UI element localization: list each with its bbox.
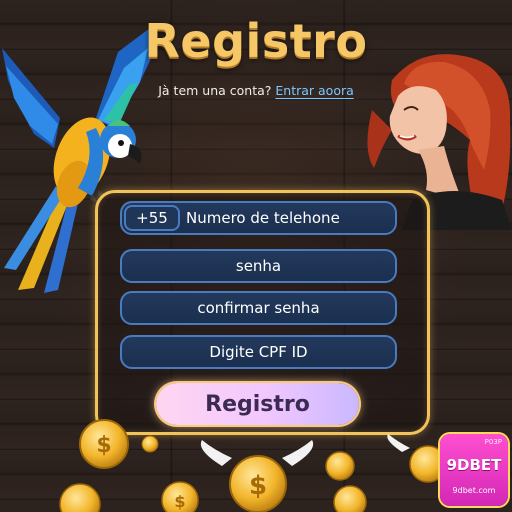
brand-name: 9DBET (446, 456, 502, 474)
brand-badge[interactable]: P03P 9DBET 9dbet.com (440, 434, 508, 506)
login-prompt: Jà tem una conta? Entrar aoora (0, 83, 512, 98)
coin-icon (141, 435, 159, 453)
phone-field[interactable]: +55 Numero de telehone (120, 201, 397, 235)
coin-icon: $ (79, 419, 129, 469)
svg-text:$: $ (249, 471, 267, 501)
password-field[interactable]: senha (120, 249, 397, 283)
coins-decoration: $ $ $ (59, 419, 447, 512)
confirm-password-field[interactable]: confirmar senha (120, 291, 397, 325)
svg-text:$: $ (96, 433, 111, 458)
password-placeholder: senha (235, 257, 282, 275)
winged-coin-icon: $ (200, 440, 314, 512)
cpf-placeholder: Digite CPF ID (209, 343, 308, 361)
coin-icon: $ (161, 481, 199, 512)
coin-icon (59, 483, 101, 512)
country-code-prefix[interactable]: +55 (124, 205, 180, 231)
account-question: Jà tem una conta? (158, 83, 272, 98)
phone-placeholder: Numero de telehone (186, 209, 340, 227)
badge-small-text: P03P (484, 438, 502, 446)
svg-text:$: $ (174, 492, 185, 511)
page-title: Registro (144, 14, 368, 68)
confirm-password-placeholder: confirmar senha (197, 299, 320, 317)
coin-icon (333, 485, 367, 512)
login-link[interactable]: Entrar aoora (275, 83, 353, 98)
brand-url: 9dbet.com (452, 486, 496, 495)
coin-icon (325, 451, 355, 481)
cpf-field[interactable]: Digite CPF ID (120, 335, 397, 369)
winged-coin-icon (387, 434, 447, 483)
